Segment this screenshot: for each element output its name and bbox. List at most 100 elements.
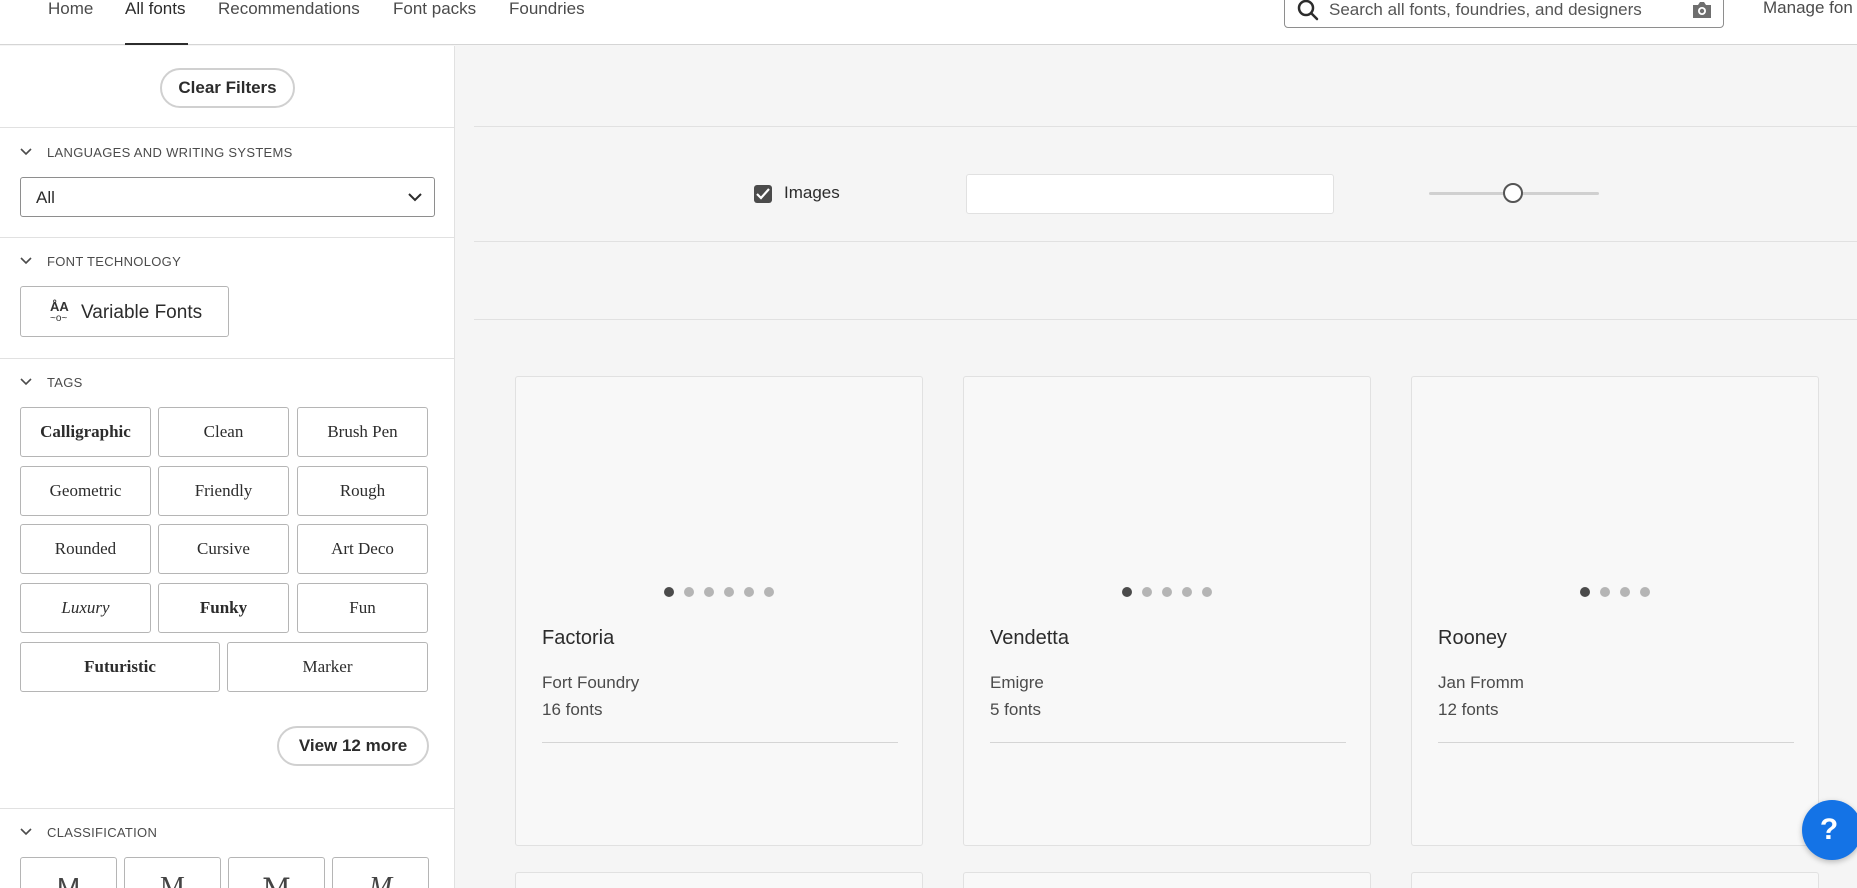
card-foundry[interactable]: Jan Fromm [1438, 673, 1524, 693]
tag-luxury[interactable]: Luxury [20, 583, 151, 633]
divider [1438, 742, 1794, 743]
camera-icon[interactable] [1691, 1, 1713, 19]
tag-calligraphic[interactable]: Calligraphic [20, 407, 151, 457]
foundry-card-rooney[interactable]: Rooney Jan Fromm 12 fonts [1411, 376, 1819, 846]
carousel-dot[interactable] [1182, 587, 1192, 597]
classification-glyph: M [368, 872, 393, 888]
card-foundry[interactable]: Fort Foundry [542, 673, 639, 693]
card-font-count: 16 fonts [542, 700, 603, 719]
card-title[interactable]: Rooney [1438, 627, 1507, 650]
divider [0, 358, 454, 359]
select-value: All [36, 188, 55, 207]
chevron-down-icon [408, 193, 422, 202]
carousel-dot[interactable] [1640, 587, 1650, 597]
classification-glyph: M [160, 872, 185, 888]
section-title: FONT TECHNOLOGY [47, 253, 182, 269]
classification-slab-serif[interactable]: M [228, 857, 325, 888]
manage-fonts-link[interactable]: Manage fon [1763, 0, 1853, 18]
section-title: TAGS [47, 374, 83, 390]
search-icon [1297, 0, 1319, 21]
nav-recommendations[interactable]: Recommendations [218, 0, 360, 20]
foundry-card[interactable] [1411, 872, 1819, 888]
languages-section-header[interactable]: LANGUAGES AND WRITING SYSTEMS [20, 142, 293, 162]
carousel-dots [516, 587, 922, 597]
size-slider-handle[interactable] [1503, 183, 1523, 203]
classification-glyph: M [229, 872, 324, 888]
foundry-card-vendetta[interactable]: Vendetta Emigre 5 fonts [963, 376, 1371, 846]
tag-friendly[interactable]: Friendly [158, 466, 289, 516]
tag-art-deco[interactable]: Art Deco [297, 524, 428, 574]
variable-fonts-button[interactable]: ÅA ~o~ Variable Fonts [20, 286, 229, 337]
tag-brush-pen[interactable]: Brush Pen [297, 407, 428, 457]
divider [0, 808, 454, 809]
card-foundry[interactable]: Emigre [990, 673, 1044, 693]
carousel-dot[interactable] [1162, 587, 1172, 597]
card-title[interactable]: Factoria [542, 627, 614, 650]
classification-section-header[interactable]: CLASSIFICATION [20, 822, 157, 842]
divider [990, 742, 1346, 743]
classification-glyph: M [56, 872, 81, 888]
nav-foundries[interactable]: Foundries [509, 0, 585, 20]
section-title: LANGUAGES AND WRITING SYSTEMS [47, 144, 293, 160]
carousel-dot[interactable] [724, 587, 734, 597]
checkmark-icon [756, 188, 770, 200]
divider [474, 241, 1857, 242]
carousel-dot[interactable] [704, 587, 714, 597]
images-label: Images [784, 183, 840, 202]
font-technology-section-header[interactable]: FONT TECHNOLOGY [20, 251, 181, 271]
tag-geometric[interactable]: Geometric [20, 466, 151, 516]
nav-all-fonts[interactable]: All fonts [125, 0, 185, 20]
divider [474, 319, 1857, 320]
classification-serif[interactable]: M [124, 857, 221, 888]
classification-script[interactable]: M [332, 857, 429, 888]
chevron-down-icon [20, 828, 32, 836]
carousel-dot[interactable] [1202, 587, 1212, 597]
carousel-dot[interactable] [744, 587, 754, 597]
variable-fonts-label: Variable Fonts [81, 302, 203, 323]
foundry-card-factoria[interactable]: Factoria Fort Foundry 16 fonts [515, 376, 923, 846]
classification-sans-serif[interactable]: M [20, 857, 117, 888]
card-title[interactable]: Vendetta [990, 627, 1069, 650]
help-button[interactable]: ? [1802, 800, 1857, 860]
tag-futuristic[interactable]: Futuristic [20, 642, 220, 692]
search-placeholder: Search all fonts, foundries, and designe… [1329, 0, 1642, 19]
carousel-dots [964, 587, 1370, 597]
active-tab-indicator [125, 43, 188, 45]
search-input[interactable]: Search all fonts, foundries, and designe… [1284, 0, 1724, 28]
card-font-count: 5 fonts [990, 700, 1042, 719]
tag-clean[interactable]: Clean [158, 407, 289, 457]
images-checkbox[interactable] [754, 185, 772, 203]
variable-font-icon: ÅA ~o~ [50, 299, 69, 324]
carousel-dot[interactable] [1122, 587, 1132, 597]
tag-rough[interactable]: Rough [297, 466, 428, 516]
carousel-dot[interactable] [664, 587, 674, 597]
preview-text-input[interactable] [966, 174, 1334, 214]
divider [474, 126, 1857, 127]
carousel-dot[interactable] [764, 587, 774, 597]
carousel-dot[interactable] [684, 587, 694, 597]
foundry-card[interactable] [963, 872, 1371, 888]
clear-filters-button[interactable]: Clear Filters [160, 68, 295, 108]
card-font-count: 12 fonts [1438, 700, 1499, 719]
tag-fun[interactable]: Fun [297, 583, 428, 633]
nav-font-packs[interactable]: Font packs [393, 0, 476, 20]
tag-marker[interactable]: Marker [227, 642, 428, 692]
carousel-dot[interactable] [1142, 587, 1152, 597]
carousel-dot[interactable] [1600, 587, 1610, 597]
foundry-card[interactable] [515, 872, 923, 888]
main-content: Images Factoria Fort Foundry 16 fonts Ve… [456, 46, 1857, 888]
language-select[interactable]: All [20, 177, 435, 217]
carousel-dot[interactable] [1620, 587, 1630, 597]
tag-rounded[interactable]: Rounded [20, 524, 151, 574]
tags-section-header[interactable]: TAGS [20, 372, 83, 392]
nav-home[interactable]: Home [48, 0, 93, 20]
carousel-dots [1412, 587, 1818, 597]
carousel-dot[interactable] [1580, 587, 1590, 597]
tag-cursive[interactable]: Cursive [158, 524, 289, 574]
tag-funky[interactable]: Funky [158, 583, 289, 633]
section-title: CLASSIFICATION [47, 824, 158, 840]
view-more-tags-button[interactable]: View 12 more [277, 726, 429, 766]
chevron-down-icon [20, 378, 32, 386]
divider [0, 127, 454, 128]
divider [0, 237, 454, 238]
